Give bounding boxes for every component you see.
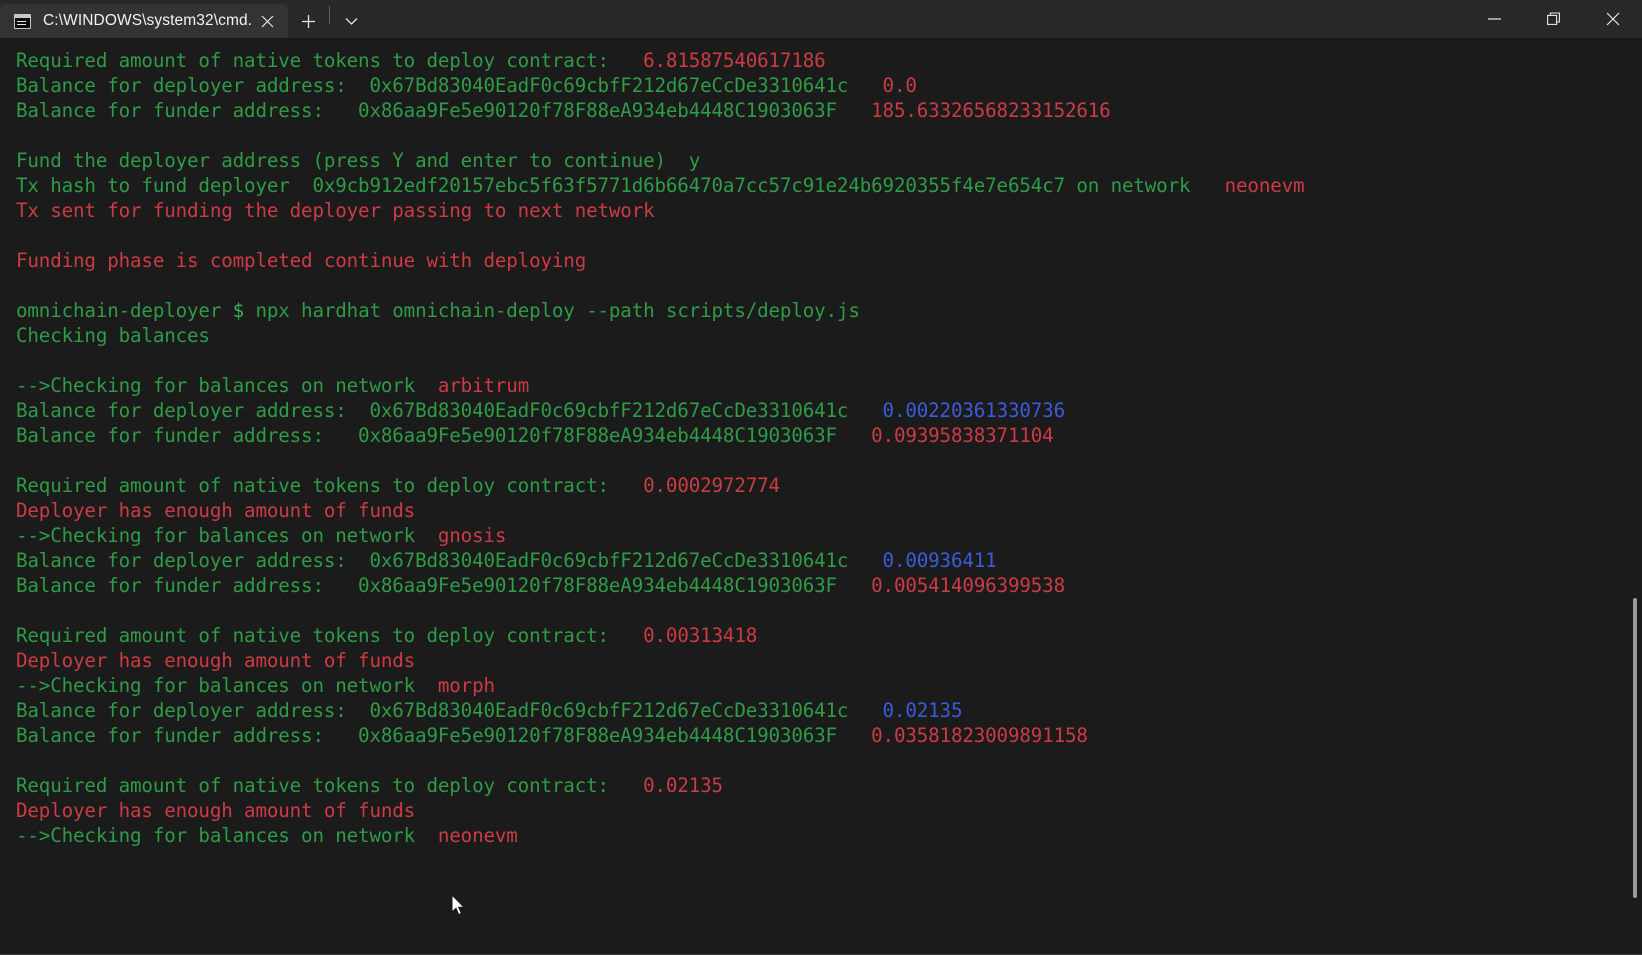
terminal-text-run: Required amount of native tokens to depl… [16, 49, 644, 72]
terminal-text-run: -->Checking for balances on network [16, 674, 438, 697]
terminal-text-run: Required amount of native tokens to depl… [16, 624, 644, 647]
terminal-text-run: neonevm [1224, 174, 1305, 197]
window-bottom-edge [0, 951, 1642, 955]
terminal-text-run: arbitrum [437, 374, 530, 397]
terminal-text-run: Balance for funder address: 0x86aa9Fe5e9… [16, 724, 872, 747]
terminal-text-run: 6.81587540617186 [643, 49, 826, 72]
terminal-line: Balance for funder address: 0x86aa9Fe5e9… [16, 98, 1642, 123]
terminal-line: Required amount of native tokens to depl… [16, 773, 1642, 798]
terminal-line: Required amount of native tokens to depl… [16, 623, 1642, 648]
terminal-text-run: -->Checking for balances on network [16, 374, 438, 397]
terminal-line: Balance for funder address: 0x86aa9Fe5e9… [16, 723, 1642, 748]
scrollbar[interactable] [1626, 38, 1642, 955]
tab-strip: C:\WINDOWS\system32\cmd. [0, 0, 371, 38]
terminal-text-run: 0.02135 [882, 699, 963, 722]
terminal-text-run: 185.63326568233152616 [871, 99, 1111, 122]
terminal-text-run: Balance for deployer address: 0x67Bd8304… [16, 399, 883, 422]
terminal-text-run: Tx hash to fund deployer 0x9cb912edf2015… [16, 174, 1225, 197]
mouse-pointer-icon [451, 893, 466, 918]
terminal-text-run: Funding phase is completed continue with… [16, 249, 587, 272]
terminal-line: Balance for funder address: 0x86aa9Fe5e9… [16, 423, 1642, 448]
terminal-text-run: npx hardhat omnichain-deploy --path scri… [244, 299, 860, 322]
terminal-text-run: Required amount of native tokens to depl… [16, 774, 644, 797]
restore-icon[interactable] [1524, 0, 1583, 38]
terminal-line: Balance for deployer address: 0x67Bd8304… [16, 398, 1642, 423]
terminal-text-run: $ [232, 299, 245, 322]
tab-cmd[interactable]: C:\WINDOWS\system32\cmd. [0, 4, 289, 38]
terminal-text-run: Balance for funder address: 0x86aa9Fe5e9… [16, 574, 872, 597]
terminal-line: -->Checking for balances on network gnos… [16, 523, 1642, 548]
terminal-line: Required amount of native tokens to depl… [16, 48, 1642, 73]
terminal-output: Required amount of native tokens to depl… [16, 48, 1642, 848]
terminal-text-run: Balance for funder address: 0x86aa9Fe5e9… [16, 99, 872, 122]
terminal-text-run: Fund the deployer address (press Y and e… [16, 149, 701, 172]
terminal-text-run: 0.00313418 [643, 624, 758, 647]
minimize-icon[interactable] [1465, 0, 1524, 38]
terminal-text-run: gnosis [437, 524, 507, 547]
terminal-text-run: Balance for deployer address: 0x67Bd8304… [16, 74, 883, 97]
close-icon[interactable] [252, 7, 282, 35]
close-icon[interactable] [1583, 0, 1642, 38]
window-controls [1465, 0, 1642, 38]
terminal-text-run: omnichain-deployer [16, 299, 233, 322]
terminal-text-run: Checking balances [16, 324, 210, 347]
terminal-text-run: 0.00936411 [882, 549, 997, 572]
chevron-down-icon[interactable] [331, 4, 371, 38]
terminal-line: Balance for deployer address: 0x67Bd8304… [16, 698, 1642, 723]
terminal-text-run: Balance for deployer address: 0x67Bd8304… [16, 549, 883, 572]
terminal-text-run: 0.02135 [643, 774, 723, 797]
terminal-text-run: -->Checking for balances on network [16, 524, 438, 547]
terminal-text-run: Balance for funder address: 0x86aa9Fe5e9… [16, 424, 872, 447]
terminal-line: Tx sent for funding the deployer passing… [16, 198, 1642, 223]
terminal-line: Deployer has enough amount of funds [16, 798, 1642, 823]
terminal-text-run: 0.09395838371104 [871, 424, 1054, 447]
terminal-text-run: morph [437, 674, 495, 697]
terminal-text-run: Balance for deployer address: 0x67Bd8304… [16, 699, 883, 722]
terminal-line: Balance for funder address: 0x86aa9Fe5e9… [16, 573, 1642, 598]
terminal-line: Fund the deployer address (press Y and e… [16, 148, 1642, 173]
terminal-line: Deployer has enough amount of funds [16, 498, 1642, 523]
terminal-text-run: Deployer has enough amount of funds [16, 499, 416, 522]
terminal-line: Balance for deployer address: 0x67Bd8304… [16, 73, 1642, 98]
plus-icon[interactable] [288, 4, 328, 38]
terminal-text-run: 0.0002972774 [643, 474, 780, 497]
terminal-text-run: Deployer has enough amount of funds [16, 799, 416, 822]
terminal-text-run: Deployer has enough amount of funds [16, 649, 416, 672]
terminal-text-run: Required amount of native tokens to depl… [16, 474, 644, 497]
toolbar-divider [329, 6, 331, 24]
terminal-line: Checking balances [16, 323, 1642, 348]
terminal-text-run: 0.03581823009891158 [871, 724, 1088, 747]
terminal-text-run: 0.005414096399538 [871, 574, 1065, 597]
tab-title: C:\WINDOWS\system32\cmd. [43, 12, 253, 29]
terminal-line: Funding phase is completed continue with… [16, 248, 1642, 273]
terminal-line: omnichain-deployer $ npx hardhat omnicha… [16, 298, 1642, 323]
console-icon [14, 13, 31, 29]
terminal-line: -->Checking for balances on network neon… [16, 823, 1642, 848]
terminal-text-run: 0.0 [882, 74, 917, 97]
terminal-text-run: -->Checking for balances on network [16, 824, 438, 847]
terminal-line: Deployer has enough amount of funds [16, 648, 1642, 673]
terminal-text-run: Tx sent for funding the deployer passing… [16, 199, 655, 222]
window-title-bar: C:\WINDOWS\system32\cmd. [0, 0, 1642, 38]
terminal-body[interactable]: Required amount of native tokens to depl… [0, 38, 1642, 955]
terminal-line: Required amount of native tokens to depl… [16, 473, 1642, 498]
terminal-line: -->Checking for balances on network morp… [16, 673, 1642, 698]
scrollbar-thumb[interactable] [1633, 598, 1637, 898]
terminal-line: -->Checking for balances on network arbi… [16, 373, 1642, 398]
terminal-text-run: 0.00220361330736 [882, 399, 1066, 422]
terminal-line: Tx hash to fund deployer 0x9cb912edf2015… [16, 173, 1642, 198]
terminal-text-run: neonevm [437, 824, 518, 847]
terminal-line: Balance for deployer address: 0x67Bd8304… [16, 548, 1642, 573]
